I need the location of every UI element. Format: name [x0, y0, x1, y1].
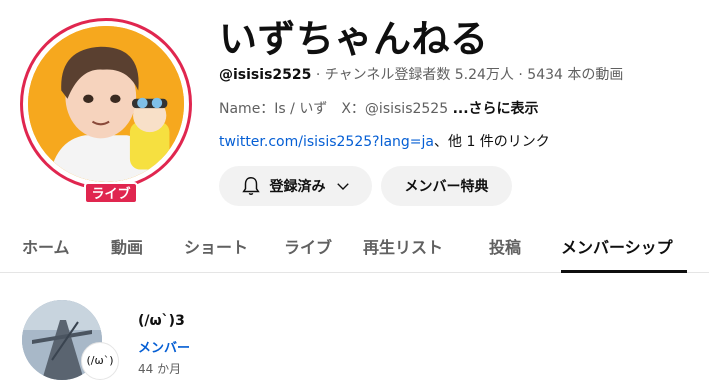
meta-separator: ·	[513, 67, 528, 83]
chevron-down-icon	[334, 177, 352, 195]
member-name: (/ω`)3	[138, 313, 185, 329]
channel-links: twitter.com/isisis2525?lang=ja、他 1 件のリンク	[219, 131, 550, 151]
live-ring	[20, 18, 192, 190]
active-tab-indicator	[561, 270, 687, 273]
subscriber-count: チャンネル登録者数 5.24万人	[324, 67, 514, 83]
channel-avatar[interactable]: ライブ	[20, 18, 192, 204]
channel-tabs: ホーム 動画 ショート ライブ 再生リスト 投稿 メンバーシップ	[0, 224, 709, 273]
channel-meta: @isisis2525 · チャンネル登録者数 5.24万人 · 5434 本の…	[219, 64, 623, 84]
description-text: Name：Is / いず X：@isisis2525	[219, 101, 453, 117]
video-count: 5434 本の動画	[527, 67, 624, 83]
member-level: メンバー	[138, 341, 191, 356]
tab-shorts[interactable]: ショート	[184, 234, 248, 258]
subscribed-label: 登録済み	[269, 179, 326, 195]
membership-button[interactable]: メンバー特典	[381, 166, 512, 206]
tab-home[interactable]: ホーム	[22, 234, 70, 258]
live-badge[interactable]: ライブ	[84, 182, 138, 204]
tab-posts[interactable]: 投稿	[489, 234, 521, 258]
tab-live[interactable]: ライブ	[284, 234, 332, 258]
member-duration: 44 か月	[138, 362, 182, 376]
twitter-link[interactable]: twitter.com/isisis2525?lang=ja	[219, 134, 434, 150]
tab-videos[interactable]: 動画	[111, 234, 143, 258]
subscribed-button[interactable]: 登録済み	[219, 166, 372, 206]
avatar-image	[28, 26, 184, 182]
tab-membership[interactable]: メンバーシップ	[561, 234, 673, 258]
channel-description[interactable]: Name：Is / いず X：@isisis2525 ...さらに表示	[219, 98, 539, 118]
avatar-illustration	[28, 26, 184, 182]
show-more-link[interactable]: ...さらに表示	[453, 101, 539, 117]
meta-separator: ·	[311, 67, 325, 83]
channel-handle: @isisis2525	[219, 67, 312, 83]
tab-playlists[interactable]: 再生リスト	[363, 234, 443, 258]
channel-title: いずちゃんねる	[219, 17, 489, 61]
bell-icon	[240, 175, 262, 197]
member-badge: (/ω`)	[81, 342, 119, 380]
membership-label: メンバー特典	[404, 179, 489, 195]
other-links[interactable]: 、他 1 件のリンク	[434, 134, 550, 150]
